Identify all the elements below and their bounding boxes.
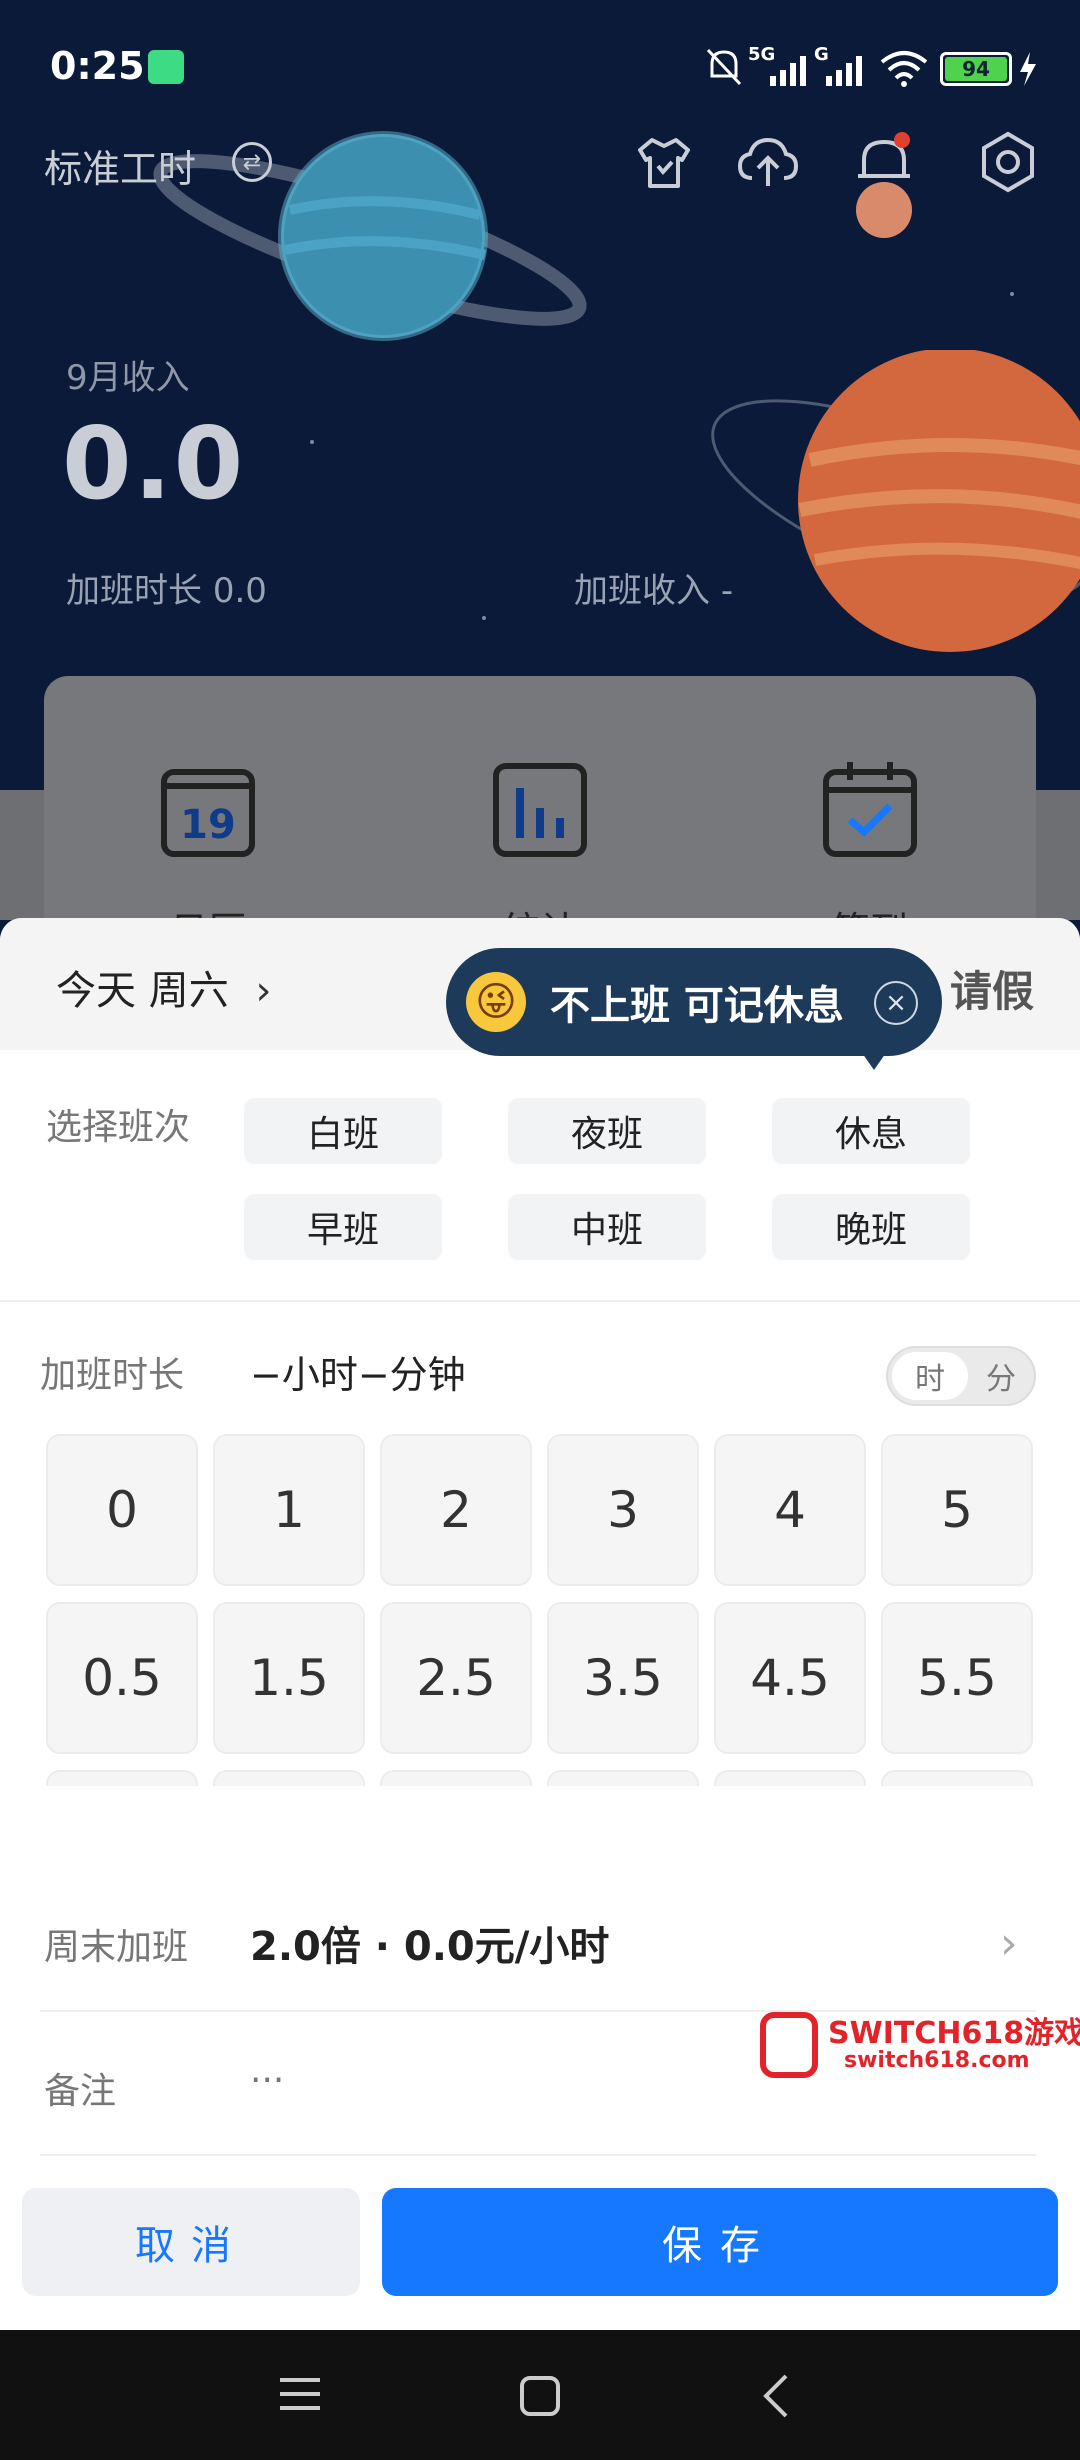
- key-5-5[interactable]: 5.5: [881, 1602, 1033, 1754]
- unit-hour-option[interactable]: 时: [892, 1352, 968, 1400]
- key-3-5[interactable]: 3.5: [547, 1602, 699, 1754]
- cancel-button[interactable]: 取消: [22, 2188, 360, 2296]
- key-4-5[interactable]: 4.5: [714, 1602, 866, 1754]
- signal-icon-2: [826, 56, 862, 86]
- back-icon[interactable]: [760, 2372, 790, 2420]
- weekend-overtime-rate: 2.0倍 · 0.0元/小时: [250, 1924, 610, 1970]
- overtime-duration-label: 加班时长: [40, 1355, 185, 1396]
- shift-morning[interactable]: 早班: [244, 1194, 442, 1260]
- note-input[interactable]: [250, 2052, 710, 2108]
- notification-avatar: [856, 182, 912, 238]
- planet-orange-icon: [711, 350, 1080, 652]
- key-3[interactable]: 3: [547, 1434, 699, 1586]
- overtime-income-label: 加班收入: [574, 571, 710, 611]
- settings-gear-icon[interactable]: [976, 130, 1040, 194]
- shift-middle[interactable]: 中班: [508, 1194, 706, 1260]
- divider: [0, 1300, 1080, 1302]
- tab-leave[interactable]: 请假: [950, 958, 1034, 1019]
- checkin-icon[interactable]: [820, 760, 920, 860]
- charging-icon: [1020, 52, 1036, 86]
- chevron-right-icon: ›: [255, 968, 272, 1014]
- battery-level: 94: [945, 57, 1007, 81]
- key-5[interactable]: 5: [881, 1434, 1033, 1586]
- planet-blue-icon: [153, 131, 587, 341]
- hours-keypad: 0 1 2 3 4 5 0.5 1.5 2.5 3.5 4.5 5.5 6 7 …: [28, 1434, 1052, 1786]
- shift-rest[interactable]: 休息: [772, 1098, 970, 1164]
- winking-face-icon: 😜: [466, 972, 526, 1032]
- key-2[interactable]: 2: [380, 1434, 532, 1586]
- key-2-5[interactable]: 2.5: [380, 1602, 532, 1754]
- key-9[interactable]: 9: [547, 1770, 699, 1786]
- key-6[interactable]: 6: [46, 1770, 198, 1786]
- cloud-upload-icon[interactable]: [736, 130, 800, 194]
- shift-evening[interactable]: 晚班: [772, 1194, 970, 1260]
- signal-icon: [770, 56, 806, 86]
- date-text: 今天 周六: [56, 968, 229, 1014]
- work-mode-title[interactable]: 标准工时: [44, 138, 196, 193]
- calendar-day-number: 19: [180, 802, 236, 848]
- system-nav-bar: [0, 2330, 1080, 2460]
- tooltip-arrow: [860, 1050, 888, 1070]
- shift-label: 选择班次: [46, 1107, 191, 1148]
- key-11[interactable]: 11: [881, 1770, 1033, 1786]
- key-4[interactable]: 4: [714, 1434, 866, 1586]
- switch-logo-icon: [760, 2012, 818, 2078]
- close-icon[interactable]: ×: [874, 981, 918, 1025]
- overtime-hours-value: 0.0: [212, 571, 267, 611]
- overtime-duration-value: −小时−分钟: [250, 1353, 466, 1397]
- key-7[interactable]: 7: [213, 1770, 365, 1786]
- wifi-icon: [880, 51, 928, 87]
- menu-icon[interactable]: [278, 2374, 322, 2414]
- shift-night[interactable]: 夜班: [508, 1098, 706, 1164]
- home-icon[interactable]: [518, 2374, 562, 2418]
- android-icon: [148, 50, 184, 84]
- date-selector[interactable]: 今天 周六 ›: [56, 958, 271, 1016]
- month-income-label: 9月收入: [66, 358, 190, 398]
- key-8[interactable]: 8: [380, 1770, 532, 1786]
- sheet-tab-bar: 今天 周六 › 加班 请假 😜 不上班 可记休息 ×: [0, 918, 1080, 1070]
- key-0-5[interactable]: 0.5: [46, 1602, 198, 1754]
- key-1-5[interactable]: 1.5: [213, 1602, 365, 1754]
- shirt-icon[interactable]: [632, 130, 696, 194]
- tooltip-text: 不上班 可记休息: [550, 983, 844, 1029]
- divider: [40, 2154, 1036, 2156]
- mute-bell-icon: [706, 48, 742, 86]
- overtime-hours-label: 加班时长: [66, 571, 202, 611]
- status-bar: 0:25 5G G 94: [0, 0, 1080, 130]
- unit-toggle[interactable]: 时 分: [886, 1346, 1036, 1406]
- unit-minute-option[interactable]: 分: [970, 1352, 1032, 1400]
- overtime-hours-summary: 加班时长 0.0: [66, 563, 267, 612]
- rest-tip-tooltip: 😜 不上班 可记休息 ×: [446, 948, 942, 1056]
- weekend-overtime-label: 周末加班: [44, 1927, 189, 1968]
- watermark-url: switch618.com: [844, 2048, 1030, 2073]
- key-0[interactable]: 0: [46, 1434, 198, 1586]
- month-income-value: 0.0: [62, 405, 246, 522]
- key-10[interactable]: 10: [714, 1770, 866, 1786]
- shift-day[interactable]: 白班: [244, 1098, 442, 1164]
- note-label: 备注: [44, 2071, 117, 2112]
- overtime-income-summary: 加班收入 -: [574, 563, 733, 612]
- overtime-income-value: -: [720, 571, 734, 611]
- chevron-right-icon: ›: [1000, 1918, 1018, 1969]
- record-bottom-sheet: 今天 周六 › 加班 请假 😜 不上班 可记休息 × 选择班次 白班 夜班 休息…: [0, 918, 1080, 2330]
- watermark-title: SWITCH618游戏: [828, 2016, 1080, 2051]
- stats-icon[interactable]: [490, 760, 590, 860]
- save-button[interactable]: 保存: [382, 2188, 1058, 2296]
- key-1[interactable]: 1: [213, 1434, 365, 1586]
- battery-indicator: 94: [940, 52, 1012, 86]
- status-time: 0:25: [50, 44, 145, 88]
- watermark: SWITCH618游戏 switch618.com: [760, 2008, 1080, 2088]
- calendar-icon[interactable]: 19: [158, 760, 258, 860]
- switch-mode-icon[interactable]: ⇄: [232, 142, 272, 182]
